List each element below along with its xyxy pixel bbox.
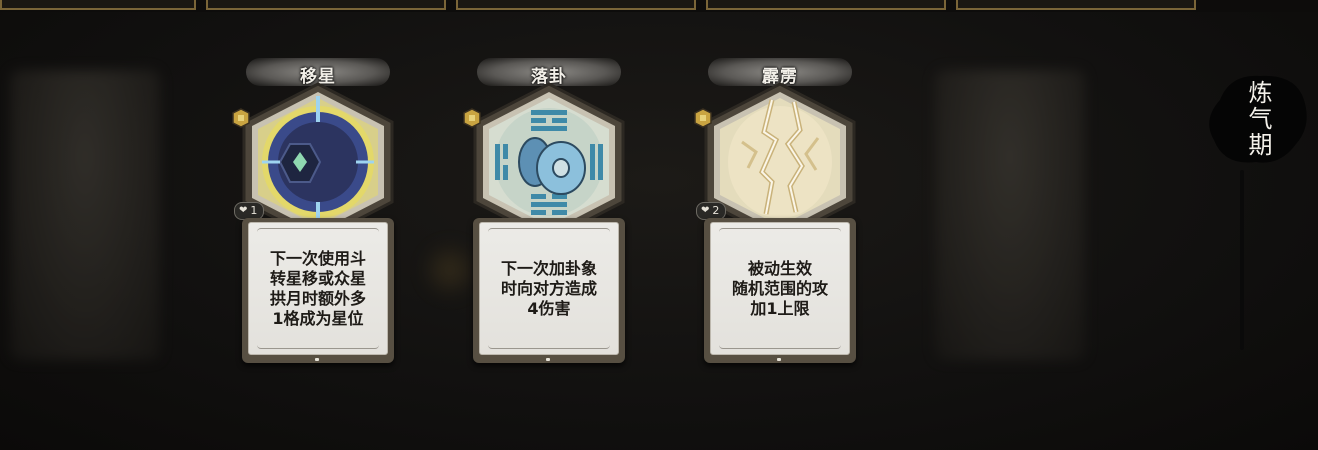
- card-description: 下一次使用斗 转星移或众星 拱月时额外多 1格成为星位: [269, 248, 366, 328]
- card-pili[interactable]: 霹雳 ❤ 2 被动生效 随机范围的攻 加1上限: [694, 58, 858, 363]
- card-description: 被动生效 随机范围的攻 加1上限: [731, 258, 828, 318]
- blurred-card-left: [10, 70, 160, 360]
- description-panel: 下一次加卦象 时向对方造成 4伤害: [479, 222, 619, 355]
- top-slot-1[interactable]: [0, 0, 196, 10]
- cost-value: 2: [712, 204, 720, 217]
- description-panel: 下一次使用斗 转星移或众星 拱月时额外多 1格成为星位: [248, 222, 388, 355]
- card-dot: [777, 358, 781, 361]
- card-description: 下一次加卦象 时向对方造成 4伤害: [500, 258, 597, 318]
- top-slot-4[interactable]: [706, 0, 946, 10]
- top-slot-3[interactable]: [456, 0, 696, 10]
- description-panel: 被动生效 随机范围的攻 加1上限: [710, 222, 850, 355]
- rarity-badge-icon: [694, 108, 712, 128]
- card-body: 下一次加卦象 时向对方造成 4伤害: [473, 218, 625, 363]
- realm-indicator: 炼气期: [1200, 70, 1312, 180]
- card-dot: [546, 358, 550, 361]
- top-slot-5[interactable]: [956, 0, 1196, 10]
- card-yixing[interactable]: 移星 ❤ 1 下一次使用斗 转星移或众星 拱月时额外多 1格成为星位: [232, 58, 396, 363]
- card-body: 被动生效 随机范围的攻 加1上限: [704, 218, 856, 363]
- cost-value: 1: [250, 204, 258, 217]
- heart-icon: ❤: [701, 205, 710, 216]
- top-slot-2[interactable]: [206, 0, 446, 10]
- ink-drip: [1240, 170, 1244, 350]
- card-dot: [315, 358, 319, 361]
- card-luogua[interactable]: 落卦 下一次加卦象 时向对方造成 4伤害: [463, 58, 627, 363]
- rarity-badge-icon: [463, 108, 481, 128]
- heart-icon: ❤: [239, 205, 248, 216]
- realm-label: 炼气期: [1244, 80, 1272, 158]
- rarity-badge-icon: [232, 108, 250, 128]
- blurred-card-right: [935, 70, 1085, 360]
- card-body: 下一次使用斗 转星移或众星 拱月时额外多 1格成为星位: [242, 218, 394, 363]
